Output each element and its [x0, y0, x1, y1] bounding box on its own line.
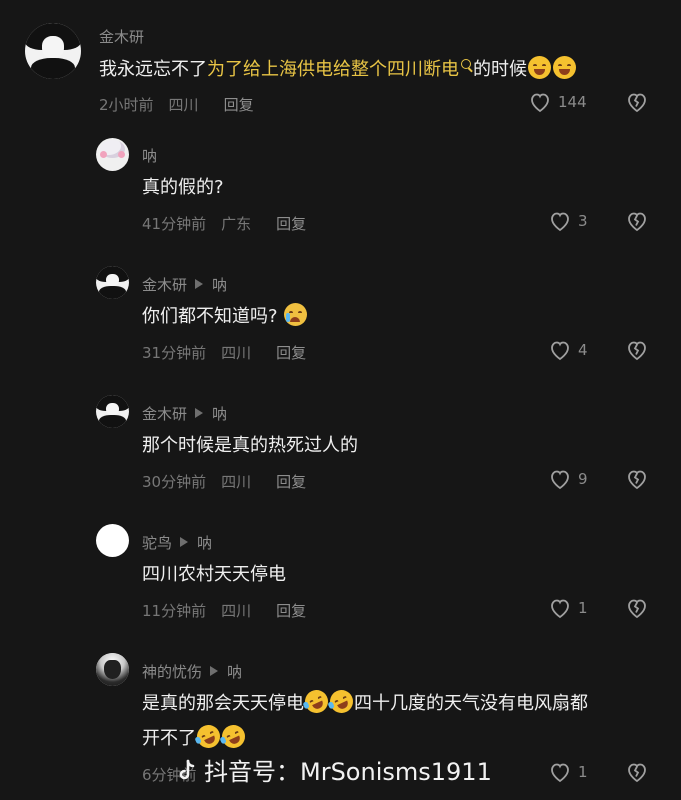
broken-heart-icon[interactable]	[624, 338, 650, 362]
heart-outline-icon[interactable]	[548, 467, 572, 491]
like-button[interactable]: 1	[548, 760, 588, 784]
comment-location: 四川	[221, 473, 252, 491]
reply-to-username[interactable]: 呐	[212, 405, 227, 423]
broken-heart-icon[interactable]	[624, 596, 650, 620]
avatar[interactable]	[96, 395, 129, 428]
comment-text-part: 你们都不知道吗?	[142, 306, 278, 327]
crying-emoji-icon	[283, 303, 307, 326]
reply-to-username[interactable]: 呐	[212, 276, 227, 294]
avatar[interactable]	[96, 653, 129, 686]
comment-username: 驼鸟 呐	[142, 532, 212, 553]
like-count: 144	[558, 93, 587, 111]
comment-time: 31分钟前	[142, 344, 207, 362]
like-button[interactable]: 3	[548, 209, 588, 233]
reply-to-username[interactable]: 呐	[227, 663, 242, 681]
watermark-text: 抖音号：MrSonisms1911	[204, 758, 492, 786]
search-icon[interactable]	[461, 59, 471, 69]
heart-outline-icon[interactable]	[548, 596, 572, 620]
avatar[interactable]	[25, 23, 81, 79]
comment-username: 神的忧伤 呐	[142, 661, 242, 682]
like-button[interactable]: 144	[528, 90, 587, 114]
heart-outline-icon[interactable]	[528, 90, 552, 114]
comment-text-part: 我永远忘不了	[99, 59, 207, 80]
broken-heart-icon[interactable]	[624, 90, 650, 114]
comment-text: 那个时候是真的热死过人的	[142, 435, 358, 456]
comment-location: 四川	[221, 344, 252, 362]
comment-meta: 31分钟前 四川 回复	[142, 342, 321, 363]
like-count: 4	[578, 341, 588, 359]
like-count: 1	[578, 763, 588, 781]
username-link[interactable]: 金木研	[142, 405, 187, 423]
heart-outline-icon[interactable]	[548, 760, 572, 784]
like-count: 3	[578, 212, 588, 230]
comment-username[interactable]: 金木研	[99, 26, 144, 47]
username-link[interactable]: 神的忧伤	[142, 663, 202, 681]
comment-username[interactable]: 呐	[142, 145, 157, 166]
like-count: 1	[578, 599, 588, 617]
like-button[interactable]: 4	[548, 338, 588, 362]
like-button[interactable]: 1	[548, 596, 588, 620]
reply-arrow-icon	[180, 537, 189, 547]
comment-text-part: 是真的那会天天停电	[142, 693, 304, 714]
reply-arrow-icon	[210, 666, 219, 676]
search-highlight-link[interactable]: 为了给上海供电给整个四川断电	[207, 59, 473, 80]
comment-username: 金木研 呐	[142, 403, 227, 424]
avatar[interactable]	[96, 266, 129, 299]
comment-text: 是真的那会天天停电 四十几度的天气没有电风扇都	[142, 686, 588, 719]
reply-to-username[interactable]: 呐	[197, 534, 212, 552]
comment-text: 四川农村天天停电	[142, 564, 286, 585]
broken-heart-icon[interactable]	[624, 467, 650, 491]
douyin-watermark: 抖音号：MrSonisms1911	[178, 752, 492, 787]
reply-arrow-icon	[195, 408, 204, 418]
comment-text-part: 四十几度的天气没有电风扇都	[354, 693, 588, 714]
comment-meta: 41分钟前 广东 回复	[142, 213, 321, 234]
username-link[interactable]: 驼鸟	[142, 534, 172, 552]
comment-meta: 30分钟前 四川 回复	[142, 471, 321, 492]
like-button[interactable]: 9	[548, 467, 588, 491]
comment-text-part: 开不了	[142, 728, 196, 749]
username-link[interactable]: 金木研	[142, 276, 187, 294]
reply-button[interactable]: 回复	[224, 96, 254, 114]
comment-text-part: 的时候	[473, 59, 527, 80]
like-count: 9	[578, 470, 588, 488]
broken-heart-icon[interactable]	[624, 760, 650, 784]
avatar[interactable]	[96, 524, 129, 557]
heart-outline-icon[interactable]	[548, 209, 572, 233]
rofl-emoji-icon	[193, 721, 224, 752]
reply-arrow-icon	[195, 279, 204, 289]
comment-location: 四川	[221, 602, 252, 620]
comment-text: 真的假的?	[142, 177, 224, 198]
highlight-text[interactable]: 为了给上海供电给整个四川断电	[207, 59, 459, 80]
rofl-emoji-icon	[218, 721, 249, 752]
comment-location: 广东	[221, 215, 252, 233]
reply-button[interactable]: 回复	[276, 344, 306, 362]
grin-sweat-emoji-icon	[528, 56, 551, 79]
comment-username: 金木研 呐	[142, 274, 227, 295]
reply-button[interactable]: 回复	[276, 215, 306, 233]
comment-meta: 11分钟前 四川 回复	[142, 600, 321, 621]
heart-outline-icon[interactable]	[548, 338, 572, 362]
comment-time: 11分钟前	[142, 602, 207, 620]
reply-button[interactable]: 回复	[276, 602, 306, 620]
comment-location: 四川	[168, 96, 199, 114]
douyin-logo-icon	[179, 759, 195, 780]
broken-heart-icon[interactable]	[624, 209, 650, 233]
reply-button[interactable]: 回复	[276, 473, 306, 491]
comment-time: 41分钟前	[142, 215, 207, 233]
comment-text-line2: 开不了	[142, 721, 249, 754]
rofl-emoji-icon	[301, 686, 332, 717]
comment-meta: 2小时前 四川 回复	[99, 94, 269, 115]
avatar[interactable]	[96, 138, 129, 171]
grin-sweat-emoji-icon	[553, 56, 576, 79]
rofl-emoji-icon	[326, 686, 357, 717]
comment-time: 30分钟前	[142, 473, 207, 491]
comment-time: 2小时前	[99, 96, 154, 114]
comment-text: 我永远忘不了为了给上海供电给整个四川断电 的时候	[99, 55, 577, 85]
comment-text: 你们都不知道吗?	[142, 302, 308, 332]
